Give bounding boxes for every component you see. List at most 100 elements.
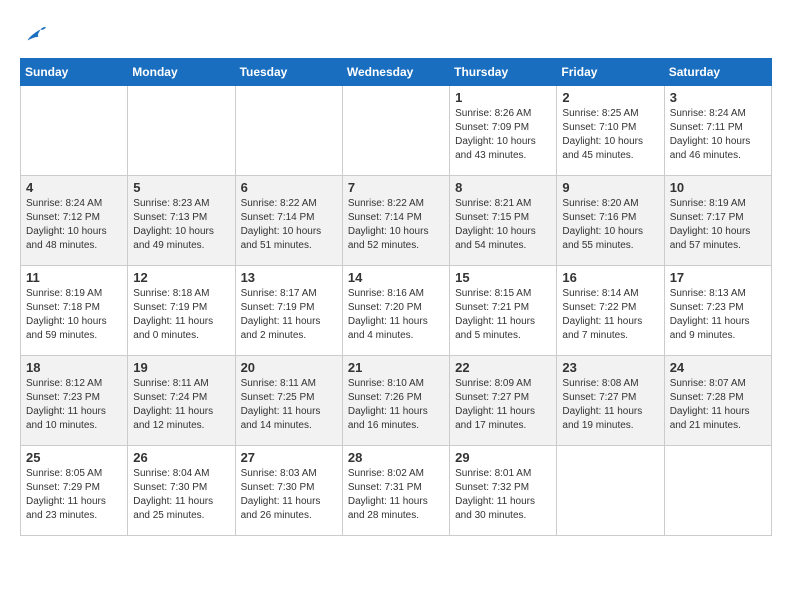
calendar-cell: 8 Sunrise: 8:21 AM Sunset: 7:15 PM Daylig… bbox=[450, 176, 557, 266]
day-info: Sunrise: 8:03 AM Sunset: 7:30 PM Dayligh… bbox=[241, 467, 337, 523]
day-info: Sunrise: 8:08 AM Sunset: 7:27 PM Dayligh… bbox=[562, 377, 658, 433]
day-info: Sunrise: 8:18 AM Sunset: 7:19 PM Dayligh… bbox=[133, 287, 229, 343]
calendar-cell: 5 Sunrise: 8:23 AM Sunset: 7:13 PM Daylig… bbox=[128, 176, 235, 266]
calendar-cell bbox=[342, 86, 449, 176]
day-number: 1 bbox=[455, 90, 551, 105]
day-info: Sunrise: 8:10 AM Sunset: 7:26 PM Dayligh… bbox=[348, 377, 444, 433]
day-number: 2 bbox=[562, 90, 658, 105]
day-info: Sunrise: 8:22 AM Sunset: 7:14 PM Dayligh… bbox=[348, 197, 444, 253]
day-number: 5 bbox=[133, 180, 229, 195]
calendar-cell: 2 Sunrise: 8:25 AM Sunset: 7:10 PM Daylig… bbox=[557, 86, 664, 176]
day-number: 24 bbox=[670, 360, 766, 375]
day-header-thursday: Thursday bbox=[450, 59, 557, 86]
day-info: Sunrise: 8:12 AM Sunset: 7:23 PM Dayligh… bbox=[26, 377, 122, 433]
day-info: Sunrise: 8:14 AM Sunset: 7:22 PM Dayligh… bbox=[562, 287, 658, 343]
day-info: Sunrise: 8:25 AM Sunset: 7:10 PM Dayligh… bbox=[562, 107, 658, 163]
days-header-row: SundayMondayTuesdayWednesdayThursdayFrid… bbox=[21, 59, 772, 86]
calendar-cell: 29 Sunrise: 8:01 AM Sunset: 7:32 PM Dayli… bbox=[450, 446, 557, 536]
calendar-cell: 3 Sunrise: 8:24 AM Sunset: 7:11 PM Daylig… bbox=[664, 86, 771, 176]
day-info: Sunrise: 8:05 AM Sunset: 7:29 PM Dayligh… bbox=[26, 467, 122, 523]
day-info: Sunrise: 8:15 AM Sunset: 7:21 PM Dayligh… bbox=[455, 287, 551, 343]
day-info: Sunrise: 8:11 AM Sunset: 7:25 PM Dayligh… bbox=[241, 377, 337, 433]
calendar-cell: 19Sunrise: 8:11 AM Sunset: 7:24 PM Dayli… bbox=[128, 356, 235, 446]
day-number: 15 bbox=[455, 270, 551, 285]
day-number: 26 bbox=[133, 450, 229, 465]
day-info: Sunrise: 8:17 AM Sunset: 7:19 PM Dayligh… bbox=[241, 287, 337, 343]
day-number: 23 bbox=[562, 360, 658, 375]
day-header-saturday: Saturday bbox=[664, 59, 771, 86]
calendar-cell: 24 Sunrise: 8:07 AM Sunset: 7:28 PM Dayli… bbox=[664, 356, 771, 446]
day-number: 14 bbox=[348, 270, 444, 285]
calendar-cell: 25 Sunrise: 8:05 AM Sunset: 7:29 PM Dayli… bbox=[21, 446, 128, 536]
day-number: 4 bbox=[26, 180, 122, 195]
calendar-cell: 18 Sunrise: 8:12 AM Sunset: 7:23 PM Dayli… bbox=[21, 356, 128, 446]
calendar-cell: 12 Sunrise: 8:18 AM Sunset: 7:19 PM Dayli… bbox=[128, 266, 235, 356]
day-info: Sunrise: 8:13 AM Sunset: 7:23 PM Dayligh… bbox=[670, 287, 766, 343]
day-info: Sunrise: 8:02 AM Sunset: 7:31 PM Dayligh… bbox=[348, 467, 444, 523]
day-info: Sunrise: 8:23 AM Sunset: 7:13 PM Dayligh… bbox=[133, 197, 229, 253]
day-header-friday: Friday bbox=[557, 59, 664, 86]
day-info: Sunrise: 8:20 AM Sunset: 7:16 PM Dayligh… bbox=[562, 197, 658, 253]
day-number: 7 bbox=[348, 180, 444, 195]
calendar-cell: 4 Sunrise: 8:24 AM Sunset: 7:12 PM Daylig… bbox=[21, 176, 128, 266]
day-number: 3 bbox=[670, 90, 766, 105]
day-number: 11 bbox=[26, 270, 122, 285]
day-number: 12 bbox=[133, 270, 229, 285]
day-info: Sunrise: 8:07 AM Sunset: 7:28 PM Dayligh… bbox=[670, 377, 766, 433]
calendar-cell: 22 Sunrise: 8:09 AM Sunset: 7:27 PM Dayli… bbox=[450, 356, 557, 446]
calendar-cell: 21 Sunrise: 8:10 AM Sunset: 7:26 PM Dayli… bbox=[342, 356, 449, 446]
day-number: 19 bbox=[133, 360, 229, 375]
calendar-cell: 14 Sunrise: 8:16 AM Sunset: 7:20 PM Dayli… bbox=[342, 266, 449, 356]
day-number: 20 bbox=[241, 360, 337, 375]
calendar-cell bbox=[557, 446, 664, 536]
day-number: 10 bbox=[670, 180, 766, 195]
day-info: Sunrise: 8:26 AM Sunset: 7:09 PM Dayligh… bbox=[455, 107, 551, 163]
calendar-cell: 10 Sunrise: 8:19 AM Sunset: 7:17 PM Dayli… bbox=[664, 176, 771, 266]
calendar-week-row: 4 Sunrise: 8:24 AM Sunset: 7:12 PM Daylig… bbox=[21, 176, 772, 266]
day-number: 29 bbox=[455, 450, 551, 465]
day-info: Sunrise: 8:24 AM Sunset: 7:12 PM Dayligh… bbox=[26, 197, 122, 253]
calendar-week-row: 11 Sunrise: 8:19 AM Sunset: 7:18 PM Dayli… bbox=[21, 266, 772, 356]
day-info: Sunrise: 8:01 AM Sunset: 7:32 PM Dayligh… bbox=[455, 467, 551, 523]
day-info: Sunrise: 8:21 AM Sunset: 7:15 PM Dayligh… bbox=[455, 197, 551, 253]
day-header-wednesday: Wednesday bbox=[342, 59, 449, 86]
day-number: 6 bbox=[241, 180, 337, 195]
day-number: 28 bbox=[348, 450, 444, 465]
calendar-week-row: 1 Sunrise: 8:26 AM Sunset: 7:09 PM Daylig… bbox=[21, 86, 772, 176]
day-header-monday: Monday bbox=[128, 59, 235, 86]
day-info: Sunrise: 8:24 AM Sunset: 7:11 PM Dayligh… bbox=[670, 107, 766, 163]
calendar-cell bbox=[235, 86, 342, 176]
day-number: 17 bbox=[670, 270, 766, 285]
day-info: Sunrise: 8:22 AM Sunset: 7:14 PM Dayligh… bbox=[241, 197, 337, 253]
day-number: 18 bbox=[26, 360, 122, 375]
calendar-table: SundayMondayTuesdayWednesdayThursdayFrid… bbox=[20, 58, 772, 536]
calendar-cell: 23 Sunrise: 8:08 AM Sunset: 7:27 PM Dayli… bbox=[557, 356, 664, 446]
day-number: 25 bbox=[26, 450, 122, 465]
day-header-tuesday: Tuesday bbox=[235, 59, 342, 86]
header bbox=[20, 20, 772, 48]
day-info: Sunrise: 8:19 AM Sunset: 7:18 PM Dayligh… bbox=[26, 287, 122, 343]
calendar-cell: 1 Sunrise: 8:26 AM Sunset: 7:09 PM Daylig… bbox=[450, 86, 557, 176]
day-info: Sunrise: 8:09 AM Sunset: 7:27 PM Dayligh… bbox=[455, 377, 551, 433]
calendar-week-row: 25 Sunrise: 8:05 AM Sunset: 7:29 PM Dayli… bbox=[21, 446, 772, 536]
day-number: 16 bbox=[562, 270, 658, 285]
calendar-cell: 20 Sunrise: 8:11 AM Sunset: 7:25 PM Dayli… bbox=[235, 356, 342, 446]
calendar-cell: 28 Sunrise: 8:02 AM Sunset: 7:31 PM Dayli… bbox=[342, 446, 449, 536]
day-number: 27 bbox=[241, 450, 337, 465]
calendar-cell bbox=[128, 86, 235, 176]
day-number: 13 bbox=[241, 270, 337, 285]
day-number: 9 bbox=[562, 180, 658, 195]
calendar-cell: 15 Sunrise: 8:15 AM Sunset: 7:21 PM Dayli… bbox=[450, 266, 557, 356]
day-number: 8 bbox=[455, 180, 551, 195]
calendar-cell: 26 Sunrise: 8:04 AM Sunset: 7:30 PM Dayli… bbox=[128, 446, 235, 536]
day-number: 21 bbox=[348, 360, 444, 375]
day-info: Sunrise: 8:19 AM Sunset: 7:17 PM Dayligh… bbox=[670, 197, 766, 253]
calendar-cell: 17 Sunrise: 8:13 AM Sunset: 7:23 PM Dayli… bbox=[664, 266, 771, 356]
calendar-cell: 7 Sunrise: 8:22 AM Sunset: 7:14 PM Daylig… bbox=[342, 176, 449, 266]
day-number: 22 bbox=[455, 360, 551, 375]
day-header-sunday: Sunday bbox=[21, 59, 128, 86]
calendar-cell: 27 Sunrise: 8:03 AM Sunset: 7:30 PM Dayli… bbox=[235, 446, 342, 536]
calendar-cell: 6 Sunrise: 8:22 AM Sunset: 7:14 PM Daylig… bbox=[235, 176, 342, 266]
day-info: Sunrise: 8:04 AM Sunset: 7:30 PM Dayligh… bbox=[133, 467, 229, 523]
day-info: Sunrise: 8:16 AM Sunset: 7:20 PM Dayligh… bbox=[348, 287, 444, 343]
